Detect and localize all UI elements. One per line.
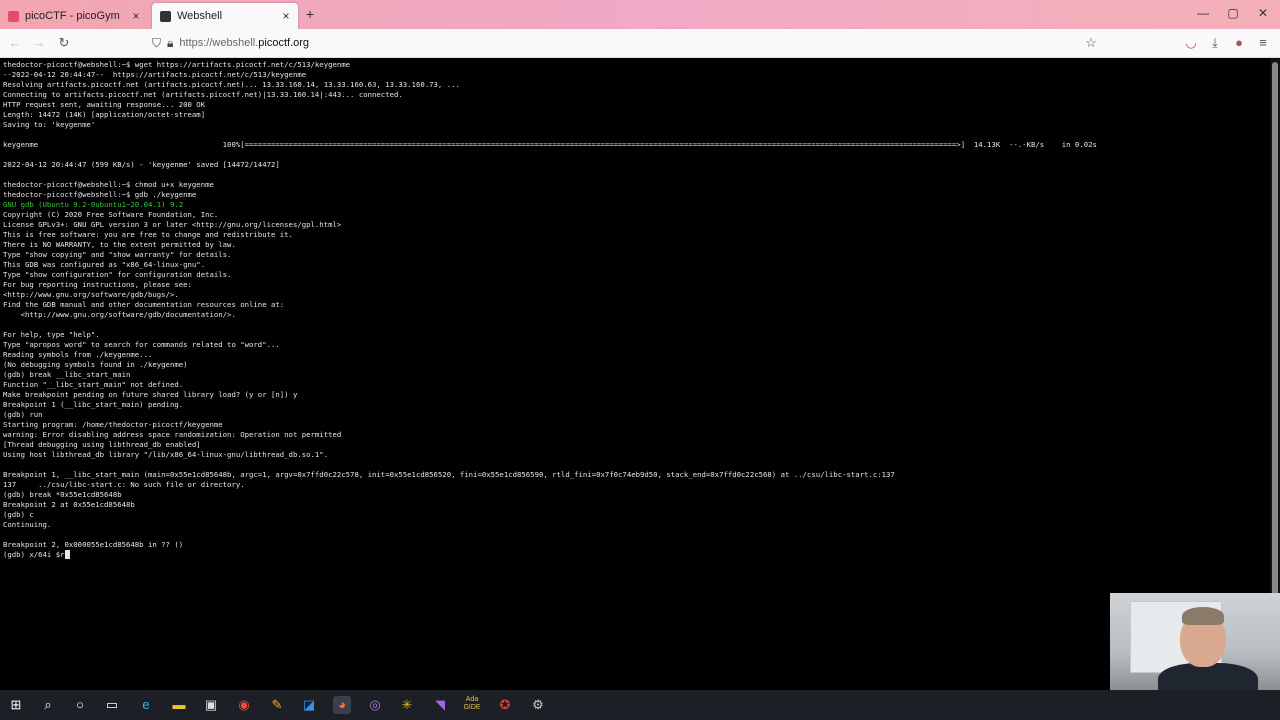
visual-studio-icon[interactable]: ◥ <box>431 696 449 714</box>
terminal-line: Continuing. <box>3 520 52 529</box>
terminal-line: Resolving artifacts.picoctf.net (artifac… <box>3 80 460 89</box>
reload-icon[interactable]: ↻ <box>55 35 73 51</box>
terminal-line: (No debugging symbols found in ./keygenm… <box>3 360 188 369</box>
terminal-line: (gdb) run <box>3 410 43 419</box>
terminal-input-text[interactable]: (gdb) x/64i $r <box>3 550 65 559</box>
tab-title: picoCTF - picoGym <box>25 10 120 22</box>
file-explorer-icon[interactable]: ▬ <box>170 696 188 714</box>
webshell-terminal[interactable]: thedoctor-picoctf@webshell:~$ wget https… <box>0 58 1270 688</box>
terminal-line: Saving to: 'keygenme' <box>3 120 96 129</box>
app-icon-d[interactable]: ✪ <box>496 696 514 714</box>
terminal-line: There is NO WARRANTY, to the extent perm… <box>3 240 236 249</box>
browser-tab-bar: picoCTF - picoGym × Webshell × + — ▢ ✕ <box>0 0 1280 29</box>
terminal-line: --2022-04-12 20:44:47-- https://artifact… <box>3 70 307 79</box>
terminal-line: Reading symbols from ./keygenme... <box>3 350 153 359</box>
terminal-line: thedoctor-picoctf@webshell:~$ gdb ./keyg… <box>3 190 197 199</box>
new-tab-button[interactable]: + <box>306 6 314 22</box>
back-icon[interactable]: ← <box>6 35 24 50</box>
terminal-line: <http://www.gnu.org/software/gdb/bugs/>. <box>3 290 179 299</box>
app-icon-c[interactable]: ◎ <box>366 696 384 714</box>
search-icon[interactable]: ⌕ <box>39 696 57 714</box>
terminal-line: <http://www.gnu.org/software/gdb/documen… <box>3 310 236 319</box>
terminal-line: (gdb) c <box>3 510 34 519</box>
picoctf-favicon-icon <box>8 10 19 22</box>
maximize-button[interactable]: ▢ <box>1222 6 1244 20</box>
scrollbar-thumb[interactable] <box>1272 62 1278 642</box>
terminal-line: For help, type "help". <box>3 330 100 339</box>
app-icon-a[interactable]: ✎ <box>268 696 286 714</box>
url-bar[interactable]: ⛉ 🔒︎ https://webshell. picoctf.org <box>152 32 1102 54</box>
shield-icon[interactable]: ⛉ <box>152 36 161 51</box>
terminal-line: 137 ../csu/libc-start.c: No such file or… <box>3 480 245 489</box>
terminal-cursor <box>64 550 70 559</box>
terminal-line: thedoctor-picoctf@webshell:~$ chmod u+x … <box>3 180 214 189</box>
webshell-favicon-icon <box>160 10 171 22</box>
pocket-icon[interactable]: ◡ <box>1182 35 1200 51</box>
download-icon[interactable]: ⤓ <box>1206 35 1224 51</box>
star-icon[interactable]: ☆ <box>1082 35 1100 51</box>
terminal-line: For bug reporting instructions, please s… <box>3 280 192 289</box>
terminal-line: Breakpoint 1 (__libc_start_main) pending… <box>3 400 184 409</box>
terminal-line: This GDB was configured as "x86_64-linux… <box>3 260 206 269</box>
close-window-button[interactable]: ✕ <box>1252 6 1274 20</box>
terminal-line: Function "__libc_start_main" not defined… <box>3 380 184 389</box>
terminal-line: (gdb) break __libc_start_main <box>3 370 131 379</box>
tab-close-icon[interactable]: × <box>278 9 294 23</box>
webcam-person-body <box>1158 663 1258 691</box>
terminal-line: Connecting to artifacts.picoctf.net (art… <box>3 90 403 99</box>
terminal-line: This is free software: you are free to c… <box>3 230 293 239</box>
url-prefix: https://webshell. <box>179 37 259 49</box>
slack-icon[interactable]: ✳ <box>398 696 416 714</box>
terminal-line: Starting program: /home/thedoctor-picoct… <box>3 420 223 429</box>
terminal-line: (gdb) break *0x55e1cd85648b <box>3 490 122 499</box>
tab-picogym[interactable]: picoCTF - picoGym × <box>0 3 148 29</box>
terminal-line: Copyright (C) 2020 Free Software Foundat… <box>3 210 219 219</box>
windows-start-icon[interactable]: ⊞ <box>7 696 25 714</box>
terminal-line: 2022-04-12 20:44:47 (599 KB/s) - 'keygen… <box>3 160 280 169</box>
minimize-button[interactable]: — <box>1192 6 1214 20</box>
ada-gide-icon[interactable]: Ada GIDE <box>463 696 481 714</box>
terminal-line: Type "show configuration" for configurat… <box>3 270 232 279</box>
url-host: picoctf.org <box>258 37 310 49</box>
terminal-line: Find the GDB manual and other documentat… <box>3 300 285 309</box>
terminal-line: Using host libthread_db library "/lib/x8… <box>3 450 329 459</box>
terminal-line: Breakpoint 1, __libc_start_main (main=0x… <box>3 470 895 479</box>
terminal-line: thedoctor-picoctf@webshell:~$ wget https… <box>3 60 351 69</box>
terminal-line: [Thread debugging using libthread_db ena… <box>3 440 201 449</box>
task-view-icon[interactable]: ▭ <box>103 696 121 714</box>
terminal-line: Length: 14472 (14K) [application/octet-s… <box>3 110 206 119</box>
webcam-person-hair <box>1182 607 1224 625</box>
terminal-line: Breakpoint 2, 0x000055e1cd85648b in ?? (… <box>3 540 184 549</box>
edge-icon[interactable]: e <box>137 696 155 714</box>
windows-taskbar: ⊞ ⌕ ○ ▭ e ▬ ▣ ◉ ✎ ◪ ◕ ◎ ✳ ◥ Ada GIDE ✪ ⚙ <box>0 690 1280 720</box>
terminal-line: Breakpoint 2 at 0x55e1cd85648b <box>3 500 135 509</box>
cortana-icon[interactable]: ○ <box>71 696 89 714</box>
terminal-line: warning: Error disabling address space r… <box>3 430 342 439</box>
app-icon-e[interactable]: ⚙ <box>529 696 547 714</box>
tab-close-icon[interactable]: × <box>128 9 144 23</box>
terminal-line: License GPLv3+: GNU GPL version 3 or lat… <box>3 220 342 229</box>
webcam-overlay <box>1110 593 1280 691</box>
terminal-prompt-line[interactable]: (gdb) x/64i $r <box>3 550 70 560</box>
terminal-line: Make breakpoint pending on future shared… <box>3 390 298 399</box>
store-icon[interactable]: ▣ <box>202 696 220 714</box>
firefox-icon[interactable]: ◕ <box>333 696 351 714</box>
terminal-line: Type "show copying" and "show warranty" … <box>3 250 232 259</box>
lock-icon[interactable]: 🔒︎ <box>167 36 173 51</box>
tab-webshell[interactable]: Webshell × <box>152 3 298 29</box>
tab-title: Webshell <box>177 10 223 22</box>
browser-nav-bar: ← → ↻ ⛉ 🔒︎ https://webshell. picoctf.org … <box>0 29 1280 58</box>
terminal-line: GNU gdb (Ubuntu 9.2-0ubuntu1~20.04.1) 9.… <box>3 200 184 209</box>
menu-icon[interactable]: ≡ <box>1254 35 1272 50</box>
app-icon-b[interactable]: ◪ <box>300 696 318 714</box>
chrome-icon[interactable]: ◉ <box>235 696 253 714</box>
terminal-line: Type "apropos word" to search for comman… <box>3 340 280 349</box>
forward-icon[interactable]: → <box>30 35 48 50</box>
terminal-line: keygenme 100%[==========================… <box>3 140 1097 149</box>
extension-icon[interactable]: ● <box>1230 35 1248 50</box>
terminal-line: HTTP request sent, awaiting response... … <box>3 100 206 109</box>
